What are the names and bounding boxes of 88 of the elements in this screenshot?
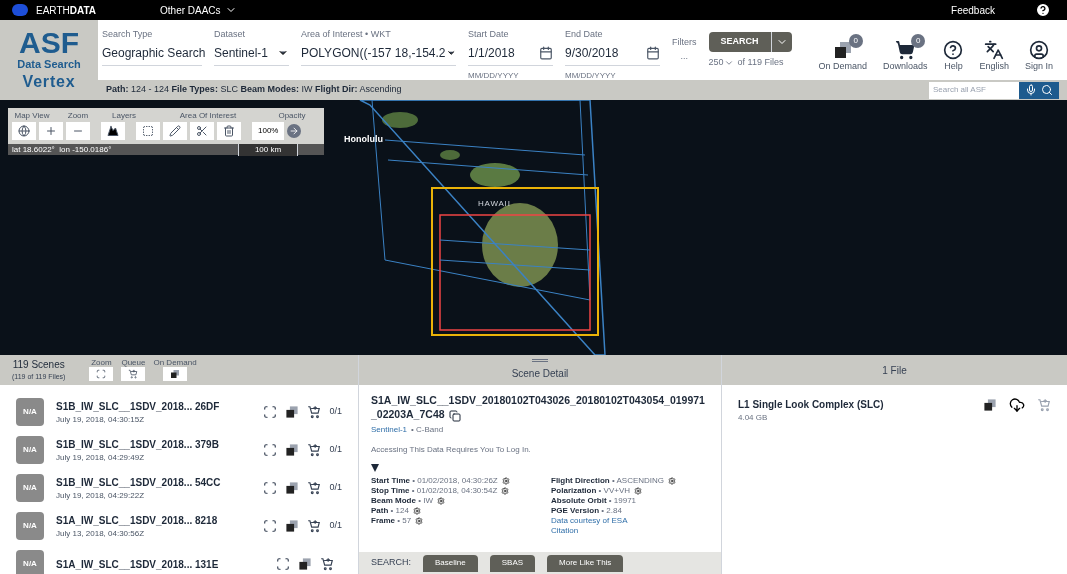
scene-name: S1B_IW_SLC__1SDV_2018... 54CC (56, 475, 221, 490)
file-count: 0/1 (329, 519, 342, 533)
platform-link[interactable]: Sentinel-1 (371, 423, 408, 436)
scene-row[interactable]: N/A S1A_IW_SLC__1SDV_2018... 8218 July 13, 2018, 04:30:56Z 0/1 (0, 507, 358, 545)
scene-name: S1A_IW_SLC__1SDV_2018... 8218 (56, 513, 218, 528)
thumbnail-placeholder: N/A (16, 436, 44, 464)
field-select[interactable]: 9/30/2018 (565, 41, 660, 66)
nav-button[interactable]: Help (937, 36, 970, 74)
property-text: Beam Mode • IW (371, 495, 433, 506)
property-text: Stop Time • 01/02/2018, 04:30:54Z (371, 485, 498, 496)
field-label: Area of Interest • WKT (301, 28, 392, 41)
feedback-link[interactable]: Feedback (951, 2, 995, 18)
opacity-button[interactable]: 100% (252, 122, 285, 140)
scene-row[interactable]: N/A S1B_IW_SLC__1SDV_2018... 54CC July 19, 2018, 04:29:22Z 0/1 (0, 469, 358, 507)
toolbar-group-label: Area Of Interest (178, 110, 238, 122)
max-results-select[interactable]: 250 (708, 56, 734, 70)
file-size: 4.04 GB (738, 412, 769, 424)
scene-name: S1B_IW_SLC__1SDV_2018... 379B (56, 437, 219, 452)
search-label: SEARCH: (371, 556, 411, 570)
scene-name: S1B_IW_SLC__1SDV_2018... 26DF (56, 399, 220, 414)
property-text: Start Time • 01/02/2018, 04:30:26Z (371, 475, 498, 486)
thumbnail-placeholder: N/A (16, 398, 44, 426)
field-hint: MM/DD/YYYY (468, 69, 520, 82)
nav-button[interactable]: English (973, 36, 1015, 74)
field-label: Search Type (102, 28, 154, 41)
cursor-coordinates: lat 18.6022° lon -150.0186° (11, 143, 113, 156)
field-label: End Date (565, 28, 604, 41)
property-text: PGE Version • 2.84 (551, 505, 622, 516)
scale-bar: 100 km (238, 143, 298, 156)
field-label: Start Date (468, 28, 510, 41)
scene-date: July 19, 2018, 04:29:22Z (56, 489, 146, 502)
daacs-menu[interactable]: Other DAACs (160, 2, 237, 18)
nav-button[interactable]: Sign In (1018, 36, 1059, 74)
property-text: Polarization • VV+VH (551, 485, 631, 496)
asf-logo[interactable]: ASF Data Search Vertex (0, 20, 98, 100)
nav-button[interactable]: 0 Downloads (876, 36, 934, 74)
map[interactable]: Honolulu HAWAII Map View Zoom Layers Area Of Interest Opacity 100% lat 18.6022° lon -150.0186° 100 km (0, 100, 1067, 355)
scene-date: July 19, 2018, 04:29:49Z (56, 451, 146, 464)
thumbnail-placeholder: N/A (16, 512, 44, 540)
scene-row[interactable]: N/A S1A_IW_SLC__1SDV_2018... 131E (0, 545, 358, 574)
panel-tool-button[interactable]: On Demand (153, 359, 197, 381)
field-hint: MM/DD/YYYY (565, 69, 617, 82)
scene-date: July 13, 2018, 04:30:56Z (56, 527, 146, 540)
map-label: Honolulu (344, 133, 383, 146)
count-badge: 0 (848, 34, 863, 48)
search-type-button[interactable]: More Like This (547, 554, 624, 572)
scene-title: S1A_IW_SLC__1SDV_20180102T043026_20180102T043054_019971_02203A_7C48 (371, 393, 706, 422)
file-count: 0/1 (329, 481, 342, 495)
band-text: • C-Band (411, 423, 444, 436)
scene-row[interactable]: N/A S1B_IW_SLC__1SDV_2018... 26DF July 19, 2018, 04:30:15Z 0/1 (0, 393, 358, 431)
count-badge: 0 (911, 34, 926, 48)
panel-title: 1 File (882, 363, 907, 378)
site-search-field[interactable]: Search all ASF (929, 81, 1019, 99)
file-name: L1 Single Look Complex (SLC) (738, 398, 884, 412)
file-row[interactable]: L1 Single Look Complex (SLC) 4.04 GB (722, 385, 1067, 424)
panel-title: Scene Detail (511, 367, 569, 381)
property-text: Path • 124 (371, 505, 409, 516)
field-select[interactable]: POLYGON((-157 18,-154.2 (301, 41, 456, 66)
text-link[interactable]: Data courtesy of ESA (551, 515, 677, 526)
file-count: 0/1 (329, 443, 342, 457)
brand-text[interactable]: EARTHDATA (36, 2, 96, 18)
nav-button[interactable]: 0 On Demand (812, 36, 873, 74)
search-type-button[interactable]: SBAS (489, 554, 536, 572)
toolbar-group-label: Opacity (277, 110, 307, 122)
toolbar-group-label: Layers (111, 110, 137, 122)
scene-count: 119 Scenes (12, 358, 65, 373)
thumbnail-placeholder: N/A (16, 550, 44, 574)
field-select[interactable]: Sentinel-1 (214, 41, 289, 66)
results-total: of 119 Files (737, 56, 784, 69)
search-type-button[interactable]: Baseline (423, 554, 478, 572)
filters-button[interactable]: Filters ... (672, 28, 697, 63)
property-text: Absolute Orbit • 19971 (551, 495, 637, 506)
file-count: 0/1 (329, 405, 342, 419)
property-text: Frame • 57 (371, 515, 412, 526)
map-label: HAWAII (478, 198, 511, 210)
property-text: Flight Direction • ASCENDING (551, 475, 665, 486)
scene-date: July 19, 2018, 04:30:15Z (56, 413, 146, 426)
field-label: Dataset (214, 28, 247, 41)
field-select[interactable]: 1/1/2018 (468, 41, 553, 66)
login-notice: Accessing This Data Requires You To Log In. (371, 443, 532, 456)
text-link[interactable]: Citation (551, 525, 677, 536)
scene-name: S1A_IW_SLC__1SDV_2018... 131E (56, 557, 219, 572)
scene-row[interactable]: N/A S1B_IW_SLC__1SDV_2018... 379B July 19, 2018, 04:29:49Z 0/1 (0, 431, 358, 469)
toolbar-group-label: Zoom (66, 110, 90, 122)
thumbnail-placeholder: N/A (16, 474, 44, 502)
filter-summary: Path: 124 - 124 File Types: SLC Beam Modes: IW Flight Dir: Ascending (106, 83, 402, 97)
toolbar-group-label: Map View (13, 110, 51, 122)
search-button[interactable]: SEARCH (708, 32, 771, 52)
